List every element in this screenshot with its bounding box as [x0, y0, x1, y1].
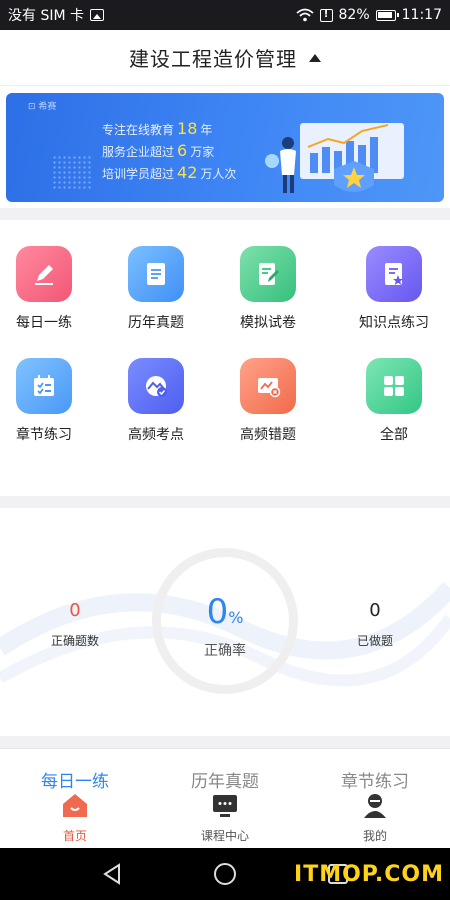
user-icon [364, 794, 386, 818]
clock: 11:17 [401, 7, 442, 23]
tile-knowledge-practice[interactable]: 知识点练习 [338, 246, 450, 332]
tile-frequent-points[interactable]: 高频考点 [100, 358, 212, 444]
checklist-icon [16, 358, 72, 414]
status-bar: 没有 SIM 卡 ! 82% 11:17 [0, 0, 450, 30]
alert-icon: ! [319, 8, 333, 22]
tile-frequent-errors[interactable]: 高频错题 [212, 358, 324, 444]
pencil-icon [16, 246, 72, 302]
tab-past-exams[interactable]: 历年真题 [150, 767, 300, 792]
document-icon [128, 246, 184, 302]
edit-paper-icon [240, 246, 296, 302]
tile-daily-practice[interactable]: 每日一练 [0, 246, 100, 332]
feature-grid: 每日一练 历年真题 模拟试卷 知识点练习 章节练习 高频考点 高频错题 全部 [0, 220, 450, 496]
home-icon [63, 794, 87, 817]
correct-count-label: 正确题数 [50, 634, 99, 648]
back-icon[interactable] [100, 862, 124, 886]
carrier-text: 没有 SIM 卡 [8, 8, 84, 24]
banner-illustration [265, 123, 404, 193]
stats-panel: 0 正确题数 0% 正确率 0 已做题 [0, 508, 450, 736]
tile-past-exams[interactable]: 历年真题 [100, 246, 212, 332]
course-icon [213, 795, 237, 817]
page-title: 建设工程造价管理 [129, 47, 297, 71]
banner-line-1: 专注在线教育 18 年 [102, 119, 213, 138]
banner-brand: ⊡ 希赛 [28, 102, 57, 112]
accuracy-value: 0% [206, 592, 244, 632]
wifi-icon [295, 8, 314, 22]
grid-icon [366, 358, 422, 414]
caret-up-icon [309, 53, 321, 62]
tab-daily-practice[interactable]: 每日一练 [0, 767, 150, 792]
tab-chapter-practice[interactable]: 章节练习 [300, 767, 450, 792]
mountain-check-icon [128, 358, 184, 414]
tile-mock-exam[interactable]: 模拟试卷 [212, 246, 324, 332]
nav-mine[interactable]: 我的 [300, 791, 450, 844]
banner-line-3: 培训学员超过 42 万人次 [102, 163, 237, 182]
nav-home[interactable]: 首页 [0, 791, 150, 844]
tile-all[interactable]: 全部 [338, 358, 450, 444]
star-document-icon [366, 246, 422, 302]
correct-count: 0 [69, 600, 81, 621]
system-nav-bar: ITMOP.COM [0, 848, 450, 900]
battery-percent: 82% [338, 7, 370, 23]
dot-pattern [52, 155, 92, 189]
home-circle-icon[interactable] [213, 862, 237, 886]
bottom-area: 每日一练 历年真题 章节练习 首页 课程中心 我的 [0, 748, 450, 848]
error-chart-icon [240, 358, 296, 414]
nav-course-center[interactable]: 课程中心 [150, 791, 300, 844]
done-count: 0 [369, 600, 381, 621]
battery-icon [375, 9, 399, 21]
image-notification-icon [90, 9, 104, 21]
accuracy-label: 正确率 [204, 643, 246, 659]
tile-chapter-practice[interactable]: 章节练习 [0, 358, 100, 444]
watermark: ITMOP.COM [294, 862, 444, 887]
subject-selector[interactable]: 建设工程造价管理 [0, 30, 450, 86]
done-label: 已做题 [356, 634, 393, 648]
banner-line-2: 服务企业超过 6 万家 [102, 141, 215, 160]
promo-banner[interactable]: ⊡ 希赛 专注在线教育 18 年 服务企业超过 6 万家 培训学员超过 42 万人次 [6, 93, 444, 202]
